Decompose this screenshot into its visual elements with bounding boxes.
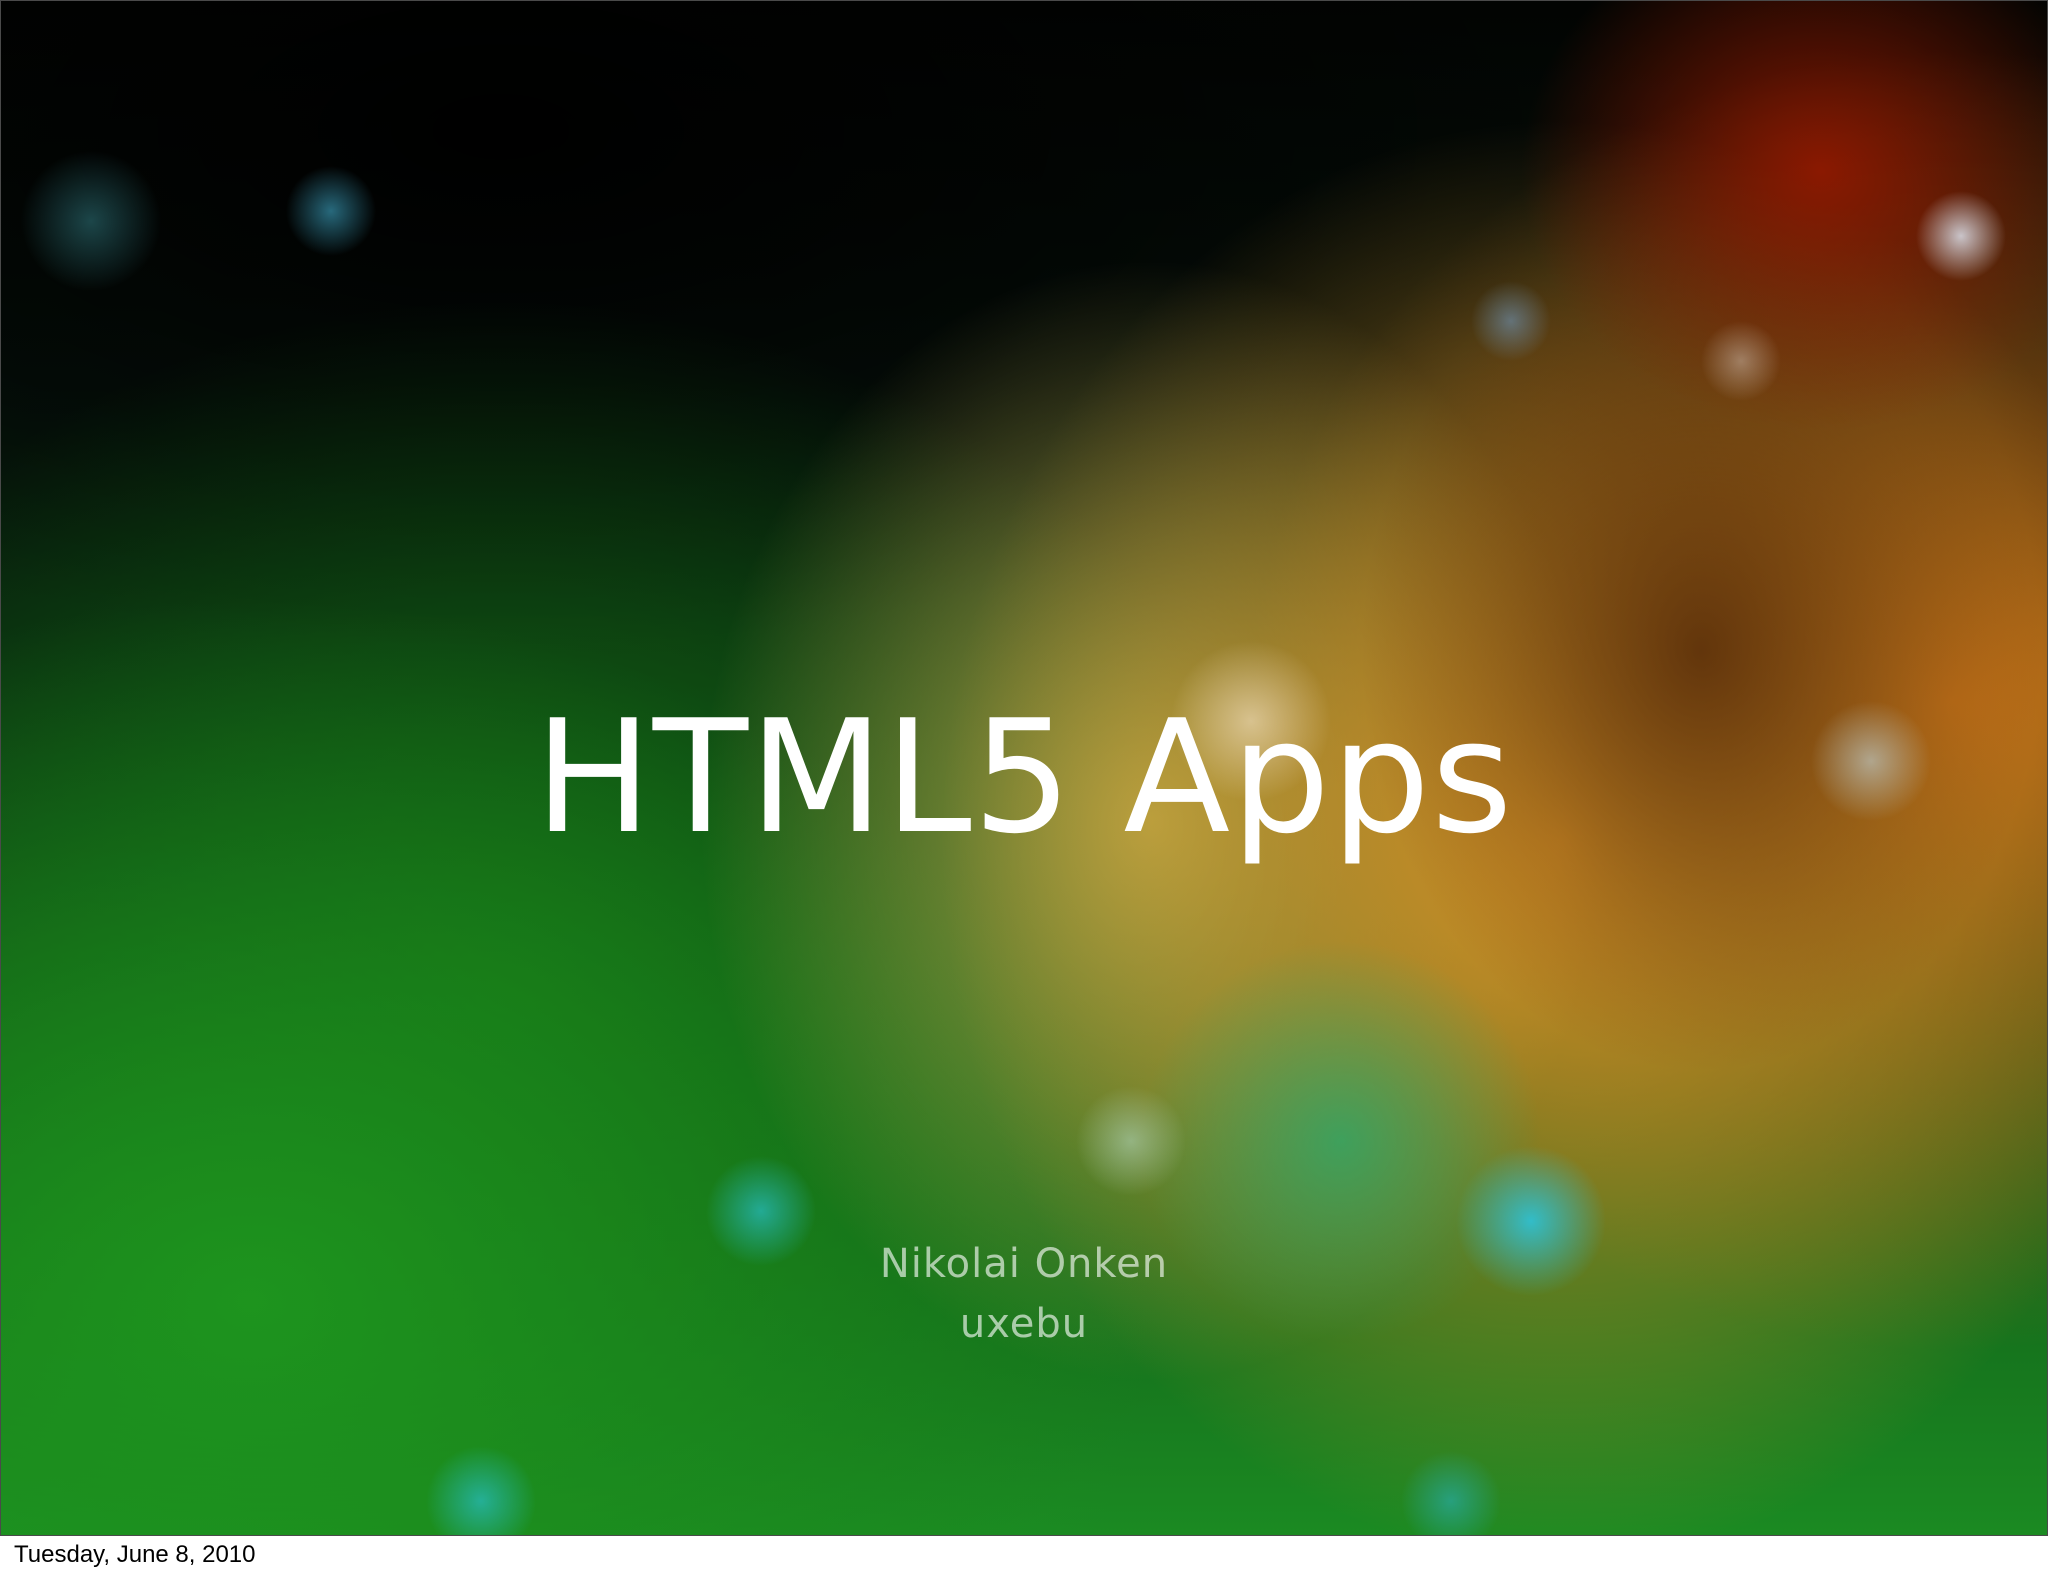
slide-canvas: HTML5 Apps Nikolai Onken uxebu [0, 0, 2048, 1536]
footer-date: Tuesday, June 8, 2010 [14, 1541, 256, 1568]
author-name: Nikolai Onken [879, 1241, 1169, 1287]
slide-page: HTML5 Apps Nikolai Onken uxebu Tuesday, … [0, 0, 2048, 1576]
organization-name: uxebu [959, 1301, 1089, 1347]
slide-title: HTML5 Apps [534, 686, 1514, 868]
